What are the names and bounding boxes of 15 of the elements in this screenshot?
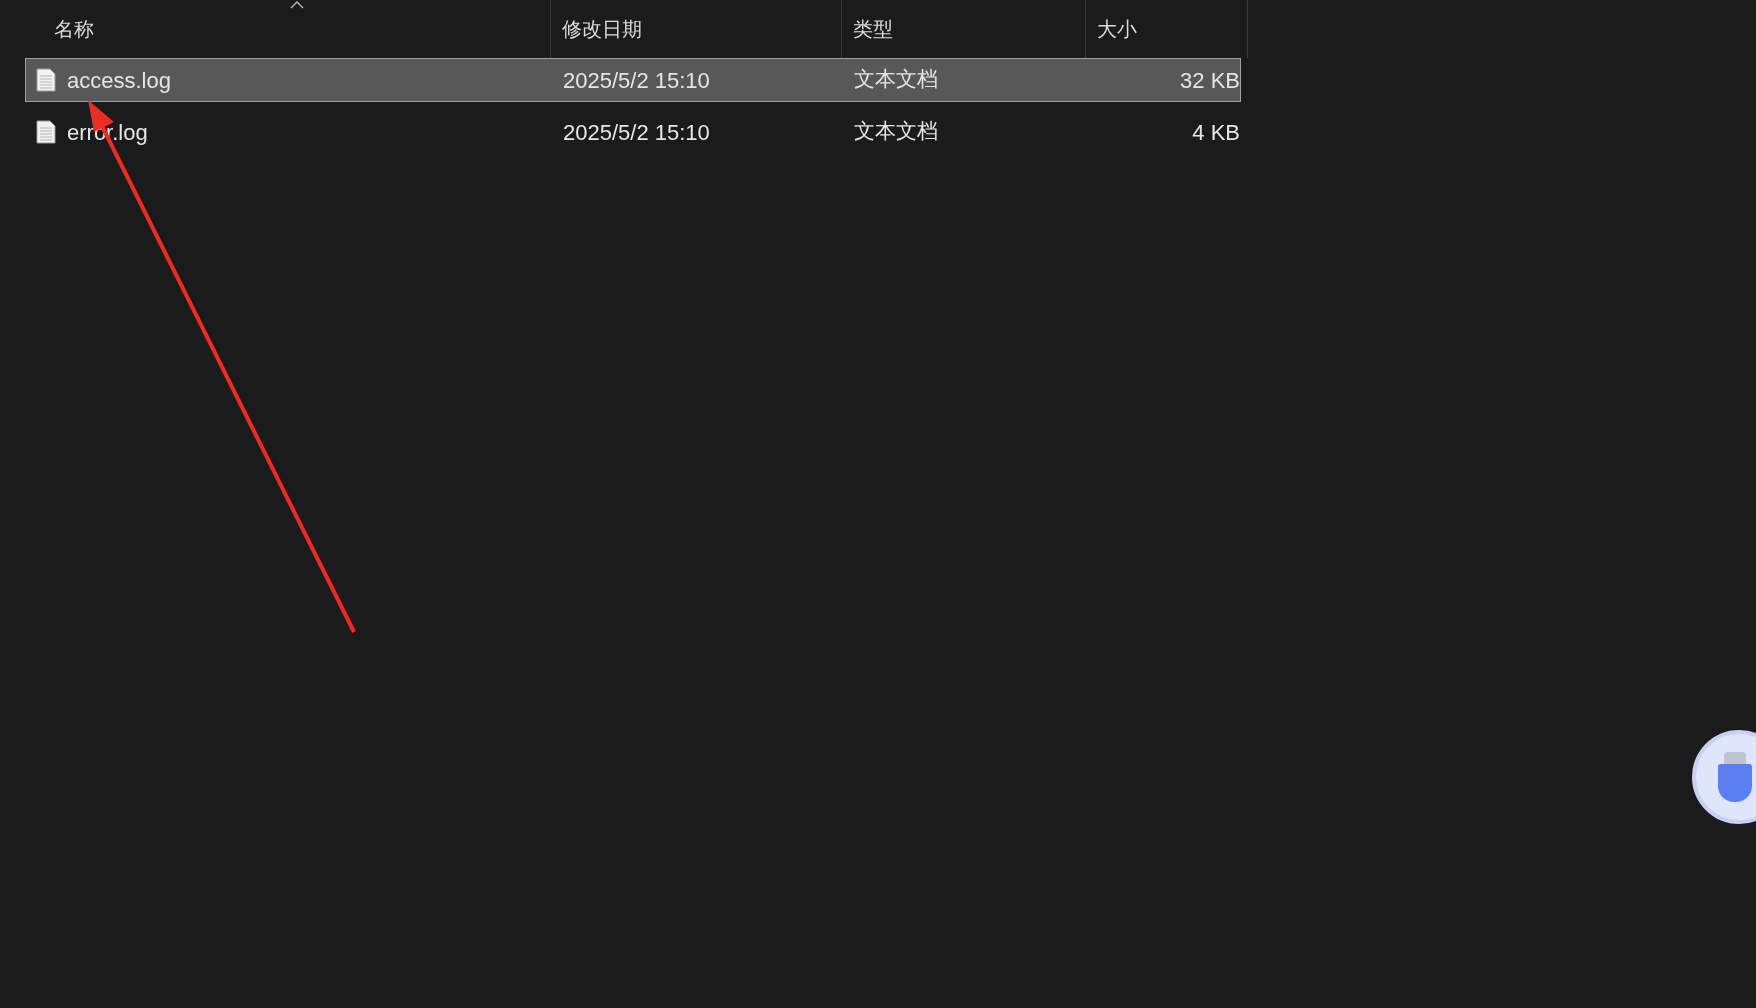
modified-date: 2025/5/2 15:10 — [562, 118, 711, 147]
file-type: 文本文档 — [853, 66, 939, 94]
file-name: access.log — [67, 66, 171, 95]
file-size: 32 KB — [1179, 66, 1240, 95]
column-header[interactable]: 名称 — [54, 14, 94, 44]
caret-icon — [290, 1, 304, 9]
modified-date: 2025/5/2 15:10 — [562, 66, 711, 95]
file-row[interactable]: access.log 2025/5/2 15:10 文本文档 32 KB — [25, 58, 1241, 102]
document-icon — [36, 68, 56, 92]
column-header[interactable]: 修改日期 — [562, 14, 642, 44]
document-icon — [36, 120, 56, 144]
file-type: 文本文档 — [853, 118, 939, 146]
file-size: 4 KB — [1191, 118, 1240, 147]
column-header[interactable]: 类型 — [853, 14, 893, 44]
column-header[interactable]: 大小 — [1097, 14, 1137, 44]
